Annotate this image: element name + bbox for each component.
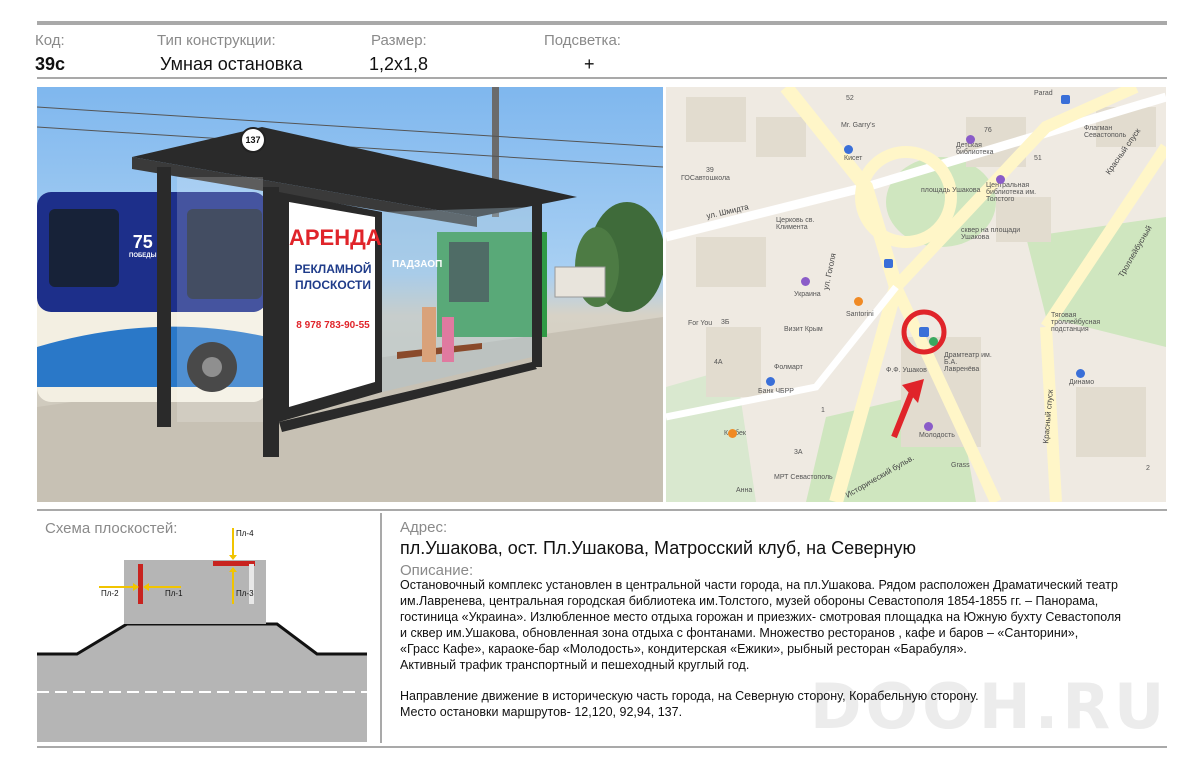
light-value: + bbox=[584, 54, 595, 74]
map-label-vizit: Визит Крым bbox=[784, 326, 823, 333]
cafe-icon bbox=[924, 422, 933, 431]
description-line-8: Место остановки маршрутов- 12,120, 92,94… bbox=[400, 705, 683, 719]
plane-label-3: Пл-3 bbox=[236, 589, 254, 598]
hotel-icon bbox=[801, 277, 810, 286]
header-rule bbox=[37, 77, 1167, 79]
top-rule bbox=[37, 21, 1167, 25]
map-label-parad: Parad bbox=[1034, 90, 1053, 97]
map-label-santorini: Santorini bbox=[846, 311, 874, 318]
description-line-3: гостиница «Украина». Излюбленное место о… bbox=[400, 610, 1122, 624]
description-line-2: им.Лавренева, центральная городская библ… bbox=[400, 594, 1099, 608]
cafe-icon bbox=[728, 429, 737, 438]
vertical-divider bbox=[380, 513, 382, 743]
map-label-flagman: Флагман Севастополь bbox=[1084, 125, 1127, 139]
map-label-mrt: МРТ Севастополь bbox=[774, 474, 833, 481]
map-illustration bbox=[666, 87, 1166, 502]
map-label-folmart: Фолмарт bbox=[774, 364, 803, 371]
map-label-ukraina: Украина bbox=[794, 291, 821, 298]
plane-label-4: Пл-4 bbox=[236, 529, 254, 538]
size-value: 1,2х1,8 bbox=[369, 54, 429, 74]
planes-scheme: Пл-1 Пл-2 Пл-3 Пл-4 bbox=[37, 514, 367, 742]
type-label: Тип конструкции: bbox=[157, 32, 276, 49]
theatre-icon bbox=[929, 337, 938, 346]
light-label: Подсветка: bbox=[544, 32, 621, 49]
map-label-bank: Банк ЧБРР bbox=[758, 388, 794, 395]
map-house-39: 39 bbox=[706, 167, 714, 174]
code-label: Код: bbox=[35, 32, 65, 49]
planes-scheme-drawing bbox=[37, 528, 367, 742]
address-label: Адрес: bbox=[400, 519, 448, 536]
size-label: Размер: bbox=[371, 32, 427, 49]
map-label-foryou: For You bbox=[688, 320, 713, 327]
map-house-52: 52 bbox=[846, 95, 854, 102]
map-label-mrgarry: Mr. Garry's bbox=[841, 122, 876, 129]
sport-icon bbox=[1076, 369, 1085, 378]
shop-icon bbox=[844, 145, 853, 154]
map-label-church: Церковь св. Климента bbox=[776, 217, 815, 231]
map-label-tyag: Тяговая троллейбусная подстанция bbox=[1051, 312, 1101, 333]
bank-icon bbox=[766, 377, 775, 386]
plane-label-1: Пл-1 bbox=[165, 589, 183, 598]
description-line-7: Направление движение в историческую част… bbox=[400, 689, 979, 703]
code-value: 39с bbox=[35, 54, 66, 74]
library-icon bbox=[996, 175, 1005, 184]
bus-stop-icon bbox=[884, 259, 893, 268]
map-house-3b: 3Б bbox=[721, 319, 730, 326]
map-label-dramteatr: Драмтеатр им. Б.А. Лавренёва bbox=[944, 352, 992, 373]
ad-phone: 8 978 783-90-55 bbox=[296, 320, 370, 331]
bus-badge: 75 ПОБЕДЫ bbox=[129, 232, 157, 259]
map-house-4a: 4А bbox=[714, 359, 723, 366]
map-label-ploshad: площадь Ушакова bbox=[921, 187, 981, 194]
mid-rule bbox=[37, 509, 1167, 511]
ad-title: АРЕНДА bbox=[289, 225, 382, 250]
bus-stop-icon bbox=[1061, 95, 1070, 104]
description-line-1: Остановочный комплекс установлен в центр… bbox=[400, 578, 1118, 592]
map-label-molodost: Молодость bbox=[919, 432, 955, 439]
plane-label-2: Пл-2 bbox=[101, 589, 119, 598]
map-label-gossvyaz: ГОСавтошкола bbox=[681, 175, 730, 182]
description-line-6: Активный трафик транспортный и пешеходны… bbox=[400, 658, 750, 672]
address-value: пл.Ушакова, ост. Пл.Ушакова, Матросский … bbox=[400, 538, 916, 558]
map-label-ushakov: Ф.Ф. Ушаков bbox=[886, 367, 927, 374]
bus-name: ПАДЗАОП bbox=[392, 259, 443, 270]
map-label-dinamo: Динамо bbox=[1069, 379, 1095, 386]
bottom-rule bbox=[37, 746, 1167, 748]
map-house-76: 76 bbox=[984, 127, 992, 134]
ad-line-2: ПЛОСКОСТИ bbox=[294, 278, 372, 292]
library-icon bbox=[966, 135, 975, 144]
description-line-4: и сквер им.Ушакова, обновленная зона отд… bbox=[400, 626, 1079, 640]
map-label-skver: сквер на площади Ушакова bbox=[961, 227, 1021, 241]
map-label-grass: Grass bbox=[951, 462, 970, 469]
type-value: Умная остановка bbox=[160, 54, 303, 74]
map-house-1: 1 bbox=[821, 407, 825, 414]
map-house-3a: 3А bbox=[794, 449, 803, 456]
map-label-detsk: Детская библиотека bbox=[956, 142, 994, 156]
description-label: Описание: bbox=[400, 562, 474, 579]
map-house-51: 51 bbox=[1034, 155, 1042, 162]
ad-poster: АРЕНДА РЕКЛАМНОЙ ПЛОСКОСТИ 8 978 783-90-… bbox=[289, 225, 382, 333]
description-line-5: «Грасс Кафе», караоке-бар «Молодость», к… bbox=[400, 642, 967, 656]
bus-stop-photo: 137 АРЕНДА РЕКЛАМНОЙ ПЛОСКОСТИ 8 978 783… bbox=[37, 87, 663, 502]
location-map: ул. Шмидта ул. Гоголя Красный спуск Крас… bbox=[666, 87, 1166, 502]
map-house-2: 2 bbox=[1146, 465, 1150, 472]
stop-number-badge: 137 bbox=[240, 127, 266, 153]
map-label-biblio: Центральная библиотека им. Толстого bbox=[986, 182, 1037, 203]
map-label-kiset: Кисет bbox=[844, 155, 863, 162]
cafe-icon bbox=[854, 297, 863, 306]
map-label-anna: Анна bbox=[736, 487, 753, 494]
ad-line-1: РЕКЛАМНОЙ bbox=[294, 262, 372, 276]
